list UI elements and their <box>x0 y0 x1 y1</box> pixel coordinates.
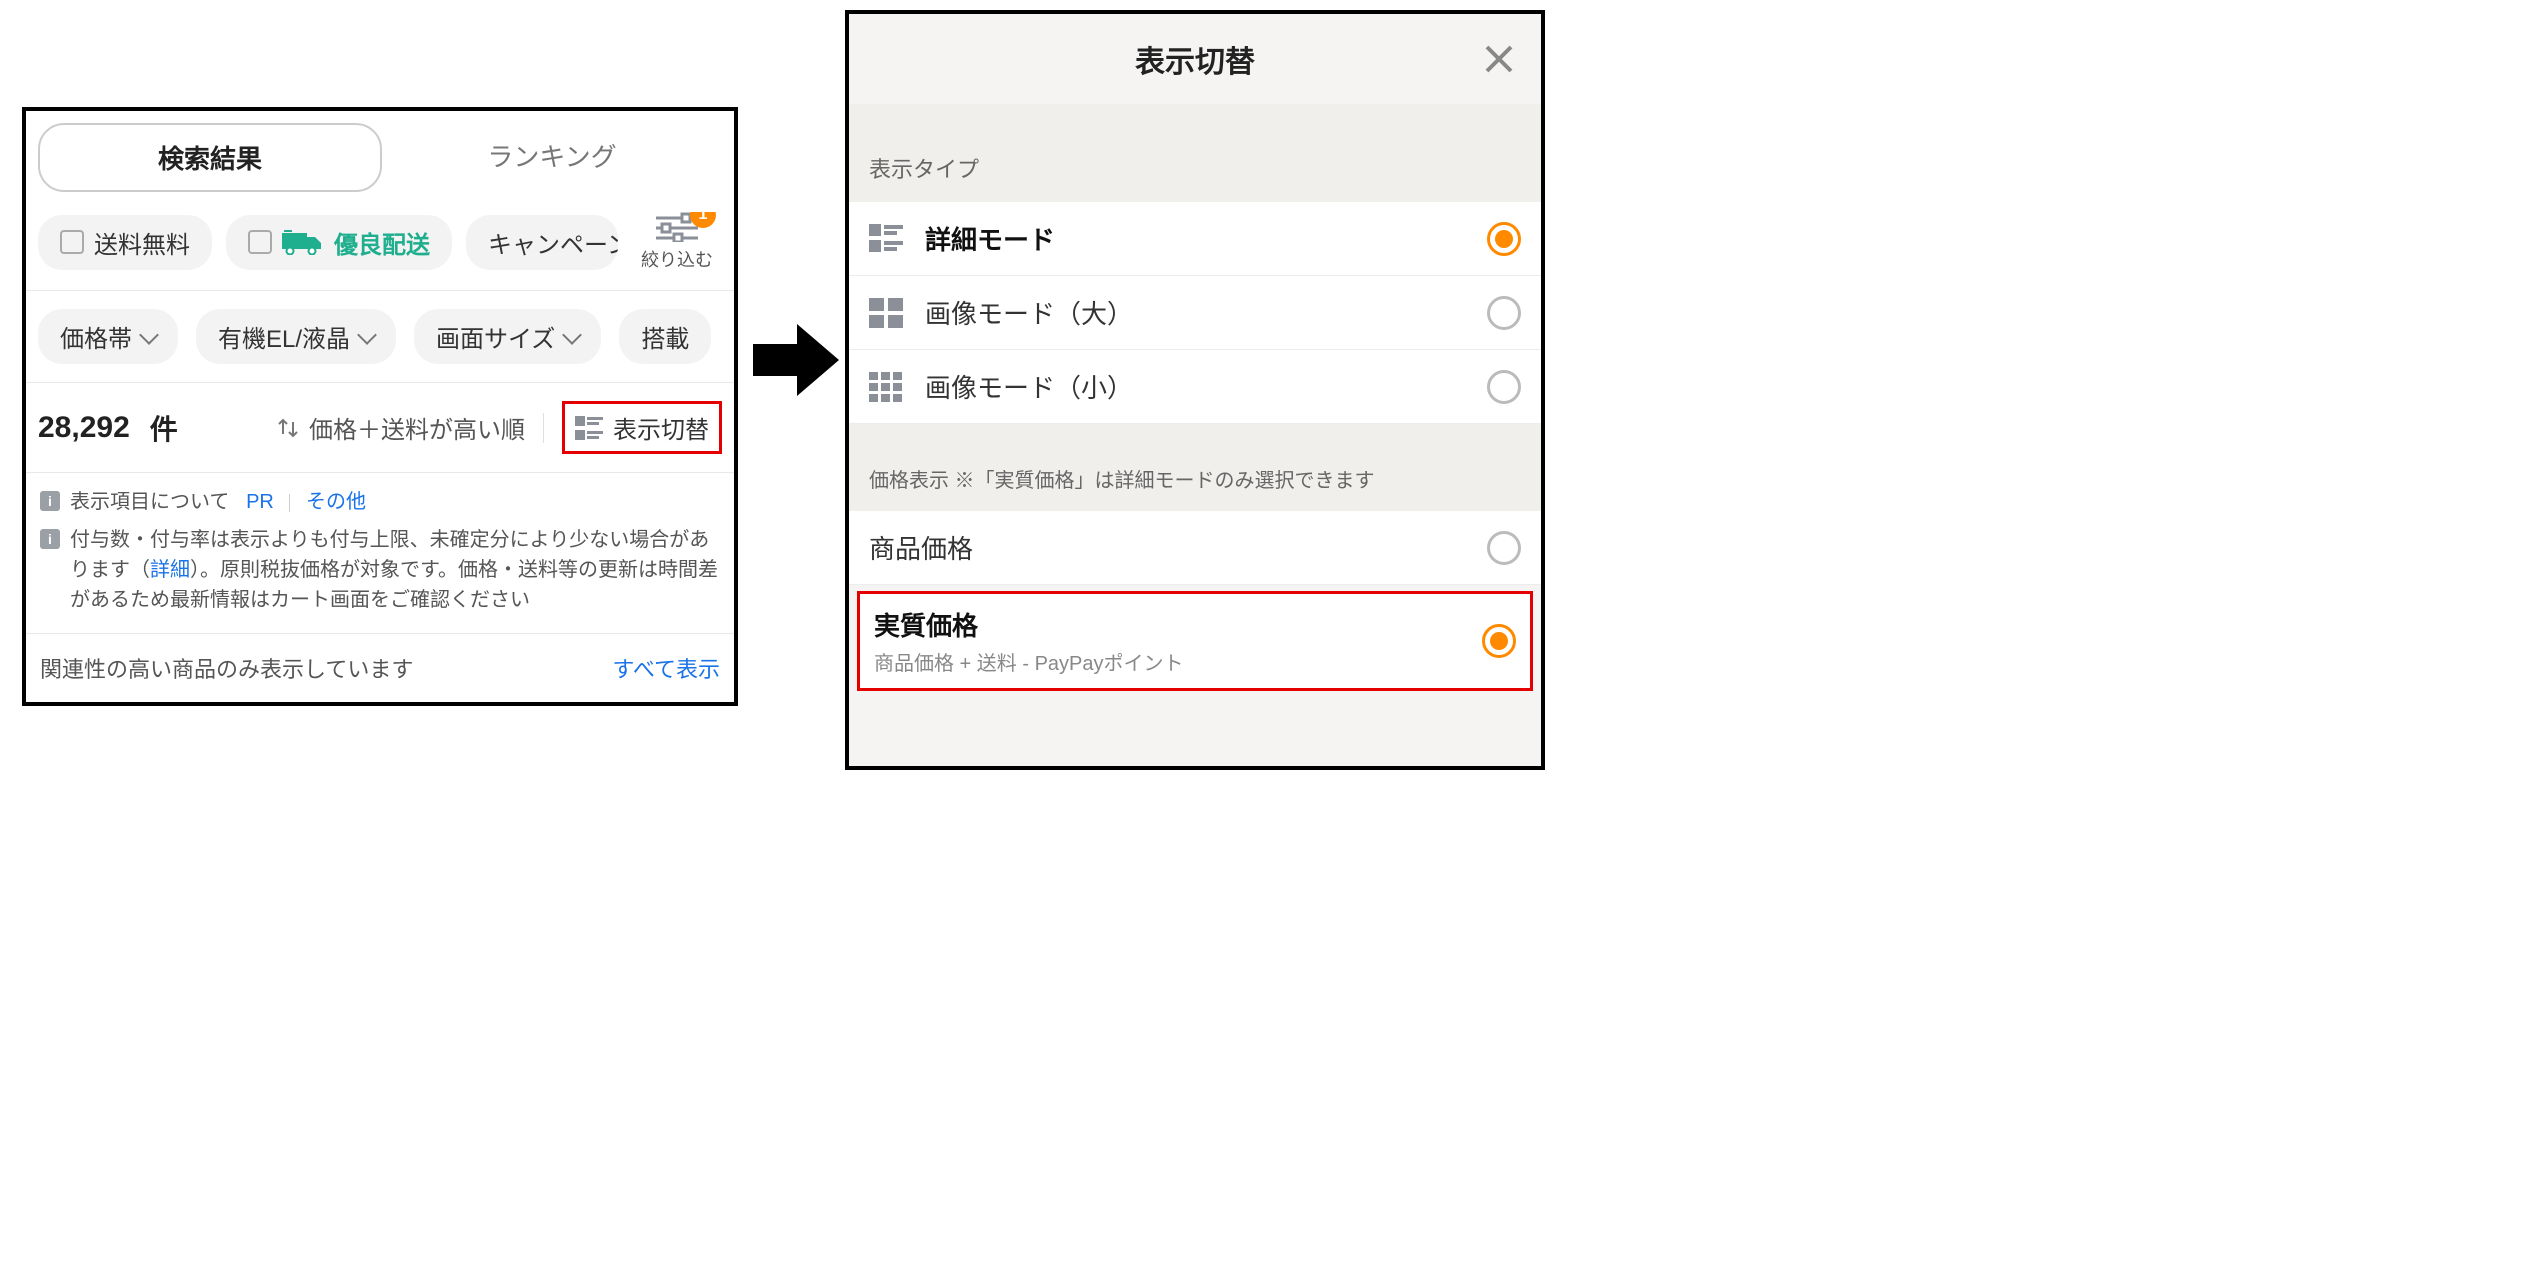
price-option-effective-highlight: 実質価格 商品価格 + 送料 - PayPayポイント <box>857 591 1533 691</box>
divider <box>543 413 544 443</box>
mode-detail-label: 詳細モード <box>925 220 1055 257</box>
info-line-1: i 表示項目について PR その他 <box>40 487 720 517</box>
narrow-down-button[interactable]: 1 絞り込む <box>632 212 722 272</box>
modal-title: 表示切替 <box>1135 37 1255 81</box>
item-price-label: 商品価格 <box>869 529 973 566</box>
price-option-effective-price[interactable]: 実質価格 商品価格 + 送料 - PayPayポイント <box>860 594 1530 688</box>
spec-price-range[interactable]: 価格帯 <box>38 309 178 364</box>
radio-unselected-icon <box>1487 370 1521 404</box>
spec-panel-type-label: 有機EL/液晶 <box>218 319 350 354</box>
list-detail-icon <box>575 416 603 440</box>
mode-option-image-small[interactable]: 画像モード（小） <box>849 350 1541 424</box>
info-block: i 表示項目について PR その他 i 付与数・付与率は表示よりも付与上限、未確… <box>26 473 734 633</box>
mode-image-large-label: 画像モード（大） <box>925 294 1133 331</box>
close-button[interactable] <box>1479 39 1519 79</box>
radio-unselected-icon <box>1487 296 1521 330</box>
spec-screen-size[interactable]: 画面サイズ <box>414 309 601 364</box>
checkbox-icon <box>60 230 84 254</box>
spec-panel-type[interactable]: 有機EL/液晶 <box>196 309 396 364</box>
mode-option-detail[interactable]: 詳細モード <box>849 202 1541 276</box>
detail-link[interactable]: 詳細 <box>150 559 190 581</box>
effective-price-sublabel: 商品価格 + 送料 - PayPayポイント <box>874 647 1184 676</box>
spec-equipped[interactable]: 搭載 <box>619 309 711 364</box>
chevron-down-icon <box>139 325 159 345</box>
result-row: 28,292 件 価格＋送料が高い順 表示切替 <box>26 383 734 472</box>
effective-price-label: 実質価格 <box>874 606 1184 643</box>
chevron-down-icon <box>357 325 377 345</box>
about-items-label: 表示項目について <box>70 491 229 513</box>
mode-image-small-label: 画像モード（小） <box>925 368 1133 405</box>
radio-selected-icon <box>1487 222 1521 256</box>
pr-link[interactable]: PR <box>246 491 274 513</box>
filter-free-shipping[interactable]: 送料無料 <box>38 215 212 270</box>
filter-premium-delivery-label: 優良配送 <box>334 225 430 260</box>
grid-small-icon <box>869 372 903 402</box>
filter-premium-delivery[interactable]: 優良配送 <box>226 215 452 270</box>
list-detail-icon <box>869 224 903 254</box>
spec-row: 価格帯 有機EL/液晶 画面サイズ 搭載 <box>26 291 734 382</box>
search-results-panel: 検索結果 ランキング 送料無料 優良配送 キャンペーン 1 絞り込む <box>22 107 738 706</box>
sort-label: 価格＋送料が高い順 <box>309 410 525 445</box>
narrow-down-label: 絞り込む <box>632 246 722 272</box>
info-icon: i <box>40 529 60 549</box>
radio-unselected-icon <box>1487 531 1521 565</box>
mode-option-image-large[interactable]: 画像モード（大） <box>849 276 1541 350</box>
spec-price-range-label: 価格帯 <box>60 319 132 354</box>
price-display-section-label: 価格表示 ※「実質価格」は詳細モードのみ選択できます <box>849 424 1541 511</box>
result-unit: 件 <box>150 408 178 448</box>
price-option-item-price[interactable]: 商品価格 <box>849 511 1541 585</box>
display-type-section-label: 表示タイプ <box>849 104 1541 202</box>
tab-row: 検索結果 ランキング <box>26 111 734 192</box>
filter-free-shipping-label: 送料無料 <box>94 225 190 260</box>
other-link[interactable]: その他 <box>306 491 366 513</box>
result-count: 28,292 <box>38 411 130 445</box>
grid-large-icon <box>869 298 903 328</box>
info-icon: i <box>40 491 60 511</box>
related-row: 関連性の高い商品のみ表示しています すべて表示 <box>26 633 734 702</box>
divider <box>289 494 290 512</box>
arrow-right-icon <box>753 320 839 400</box>
view-switch-label: 表示切替 <box>613 410 709 445</box>
checkbox-icon <box>248 230 272 254</box>
filter-campaign-label: キャンペーン <box>488 225 618 260</box>
spec-equipped-label: 搭載 <box>641 319 689 354</box>
filter-row: 送料無料 優良配送 キャンペーン 1 絞り込む <box>26 212 734 290</box>
related-text: 関連性の高い商品のみ表示しています <box>40 652 413 684</box>
filter-sliders-icon: 1 <box>654 212 700 242</box>
radio-selected-icon <box>1482 624 1516 658</box>
tab-ranking[interactable]: ランキング <box>382 123 722 192</box>
show-all-link[interactable]: すべて表示 <box>612 652 720 684</box>
chevron-down-icon <box>562 325 582 345</box>
spec-screen-size-label: 画面サイズ <box>436 319 555 354</box>
modal-header: 表示切替 <box>849 14 1541 104</box>
view-switch-button[interactable]: 表示切替 <box>562 401 722 454</box>
sort-selector[interactable]: 価格＋送料が高い順 <box>277 410 525 445</box>
view-switch-modal: 表示切替 表示タイプ 詳細モード 画像モード（大） 画像モード（小） 価格表示 … <box>845 10 1545 770</box>
info-line-2: i 付与数・付与率は表示よりも付与上限、未確定分により少ない場合があります（詳細… <box>40 525 720 615</box>
filter-campaign[interactable]: キャンペーン <box>466 215 618 270</box>
tab-search-results[interactable]: 検索結果 <box>38 123 382 192</box>
sort-arrows-icon <box>277 416 299 440</box>
truck-icon <box>282 229 324 255</box>
